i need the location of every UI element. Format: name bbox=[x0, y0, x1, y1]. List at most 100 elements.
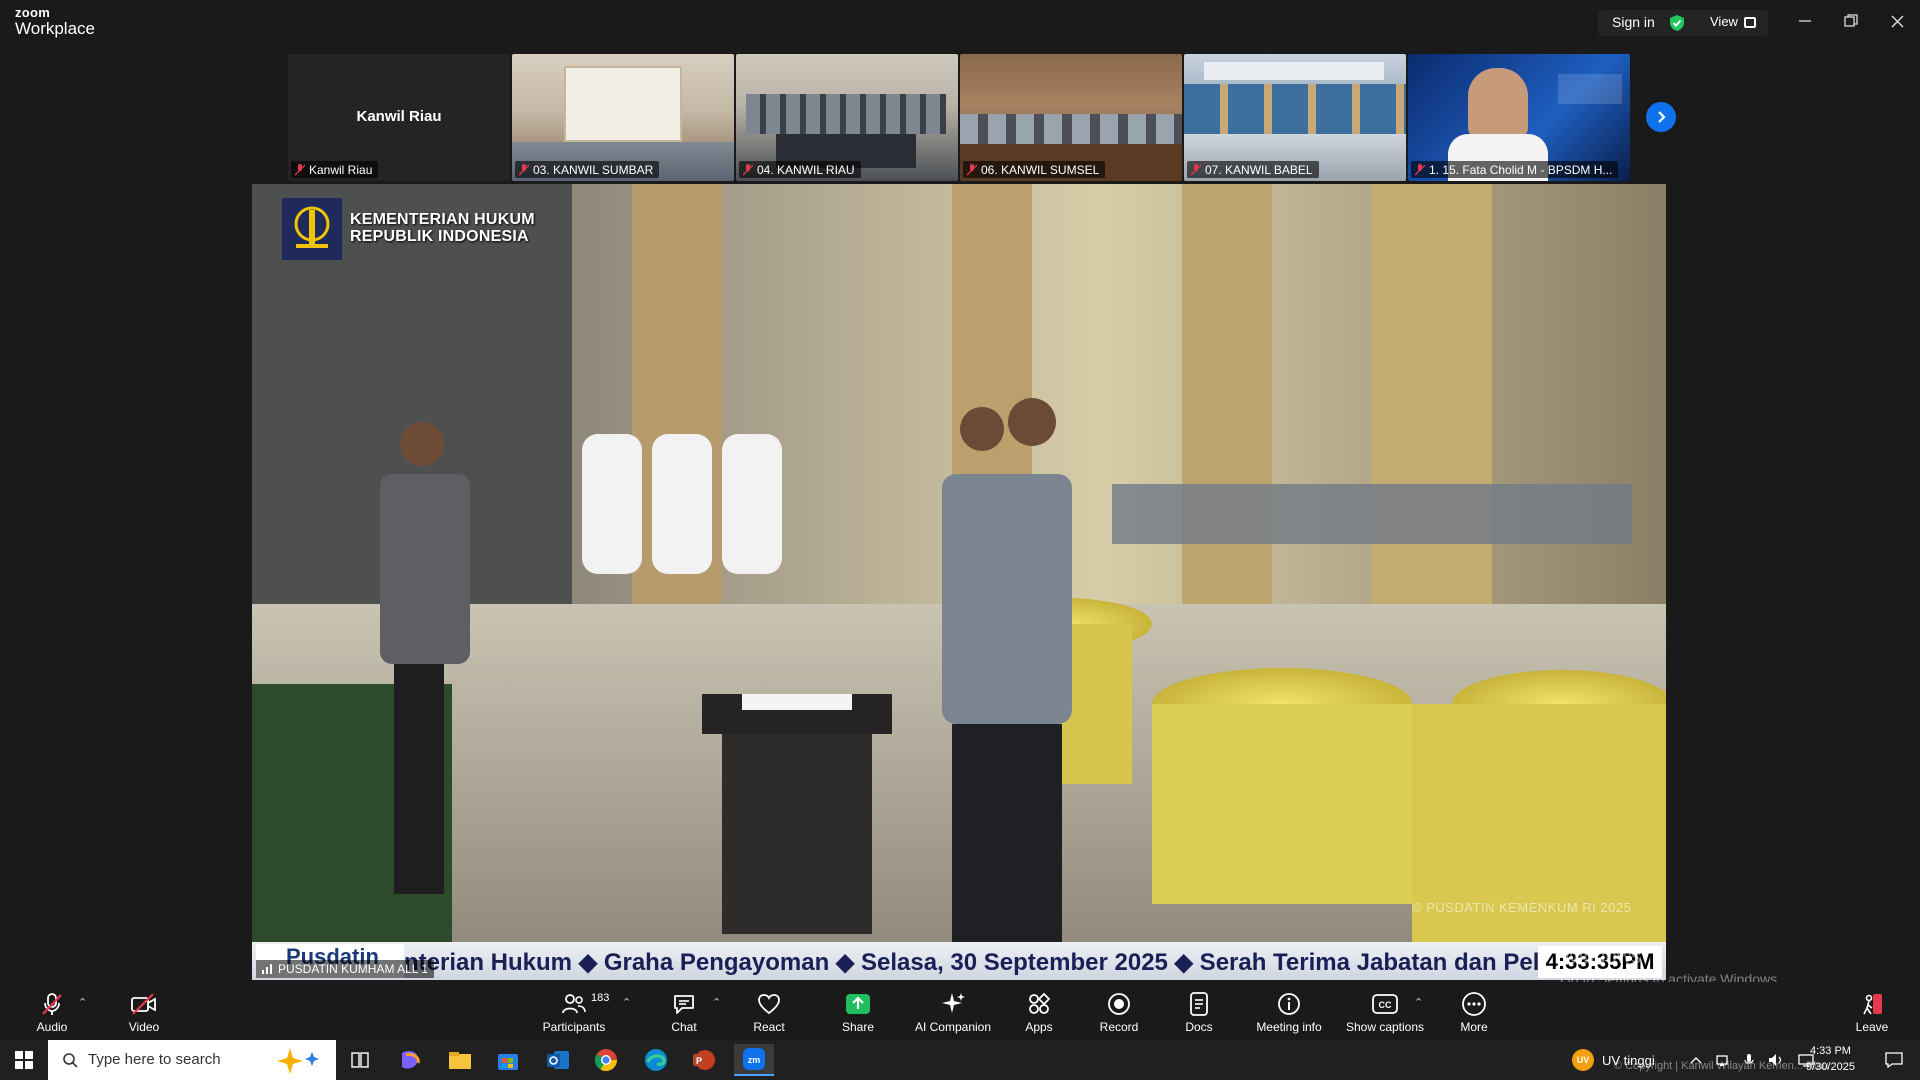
muted-mic-icon bbox=[1415, 164, 1425, 176]
microsoft-store-icon[interactable] bbox=[488, 1044, 528, 1076]
muted-mic-icon bbox=[519, 164, 529, 176]
zoom-taskbar-icon[interactable]: zm bbox=[734, 1044, 774, 1076]
thumbnail-label: 04. KANWIL RIAU bbox=[739, 161, 861, 178]
react-label: React bbox=[753, 1020, 785, 1034]
view-label: View bbox=[1710, 14, 1738, 29]
restore-icon[interactable] bbox=[1836, 8, 1866, 34]
task-view-icon[interactable] bbox=[340, 1044, 380, 1076]
notifications-icon[interactable] bbox=[1874, 1044, 1914, 1076]
muted-mic-icon bbox=[967, 164, 977, 176]
next-page-arrow-icon[interactable] bbox=[1646, 102, 1676, 132]
share-button[interactable]: Share bbox=[813, 990, 903, 1034]
thumbnail-kanwil-sumsel[interactable]: 06. KANWIL SUMSEL bbox=[960, 54, 1182, 181]
participants-options-chevron-icon[interactable]: ⌃ bbox=[622, 996, 631, 1009]
participants-count: 183 bbox=[591, 992, 610, 1004]
chat-options-chevron-icon[interactable]: ⌃ bbox=[712, 996, 721, 1009]
chat-icon bbox=[670, 990, 698, 1018]
chat-label: Chat bbox=[671, 1020, 697, 1034]
react-button[interactable]: React bbox=[724, 990, 814, 1034]
meeting-info-button[interactable]: Meeting info bbox=[1244, 990, 1334, 1034]
docs-button[interactable]: Docs bbox=[1154, 990, 1244, 1034]
news-ticker: Pusdatin nterian Hukum ◆ Graha Pengayoma… bbox=[252, 942, 1666, 980]
share-screen-icon bbox=[844, 990, 872, 1018]
title-bar: zoom Workplace Sign in View bbox=[0, 0, 1920, 44]
outlook-icon[interactable] bbox=[538, 1044, 578, 1076]
video-off-icon bbox=[130, 990, 158, 1018]
view-grid-icon bbox=[1744, 17, 1756, 28]
edge-icon[interactable] bbox=[636, 1044, 676, 1076]
thumbnail-bpsdm[interactable]: 1. 15. Fata Cholid M - BPSDM H... bbox=[1408, 54, 1630, 181]
main-video: KEMENTERIAN HUKUM REPUBLIK INDONESIA © P… bbox=[252, 184, 1666, 980]
ceremony-scene bbox=[252, 184, 1666, 980]
powerpoint-icon[interactable]: P bbox=[684, 1044, 724, 1076]
thumbnail-name: 03. KANWIL SUMBAR bbox=[533, 163, 654, 177]
active-participant-label: PUSDATIN KUMHAM ALL 1 bbox=[256, 960, 435, 978]
participants-label: Participants bbox=[542, 1020, 606, 1034]
share-label: Share bbox=[841, 1020, 875, 1034]
logo-zoom-text: zoom bbox=[15, 5, 51, 20]
chrome-icon[interactable] bbox=[586, 1044, 626, 1076]
ai-companion-label: AI Companion bbox=[914, 1020, 992, 1034]
search-icon bbox=[63, 1053, 78, 1068]
thumbnail-center-name: Kanwil Riau bbox=[356, 108, 442, 125]
thumbnail-name: 07. KANWIL BABEL bbox=[1205, 163, 1313, 177]
copilot-icon[interactable] bbox=[390, 1044, 430, 1076]
minimize-icon[interactable] bbox=[1790, 8, 1820, 34]
thumbnail-label: 06. KANWIL SUMSEL bbox=[963, 161, 1106, 178]
show-captions-label: Show captions bbox=[1345, 1020, 1425, 1034]
backdrop-banner bbox=[564, 66, 682, 142]
thumbnail-kanwil-babel[interactable]: 07. KANWIL BABEL bbox=[1184, 54, 1406, 181]
meeting-toolbar: Audio ⌃ Video Participants 183 ⌃ Chat ⌃ … bbox=[0, 982, 1920, 1040]
leave-button[interactable]: Leave bbox=[1827, 990, 1917, 1034]
thumbnail-kanwil-sumbar[interactable]: 03. KANWIL SUMBAR bbox=[512, 54, 734, 181]
muted-mic-icon bbox=[743, 164, 753, 176]
banner bbox=[1204, 62, 1384, 80]
video-label: Video bbox=[128, 1020, 160, 1034]
windows-start-icon[interactable] bbox=[4, 1044, 44, 1076]
emblem-icon bbox=[282, 198, 342, 260]
active-participant-name: PUSDATIN KUMHAM ALL 1 bbox=[278, 962, 429, 976]
more-button[interactable]: More bbox=[1429, 990, 1519, 1034]
thumbnail-label: Kanwil Riau bbox=[291, 161, 379, 178]
muted-mic-icon bbox=[295, 164, 305, 176]
leave-label: Leave bbox=[1855, 1020, 1889, 1034]
uv-badge: UV bbox=[1572, 1049, 1594, 1071]
captions-options-chevron-icon[interactable]: ⌃ bbox=[1414, 996, 1423, 1009]
audio-options-chevron-icon[interactable]: ⌃ bbox=[78, 996, 87, 1009]
kementerian-logo: KEMENTERIAN HUKUM REPUBLIK INDONESIA bbox=[282, 198, 535, 260]
thumbnail-kanwil-riau-room[interactable]: 04. KANWIL RIAU bbox=[736, 54, 958, 181]
close-icon[interactable] bbox=[1882, 8, 1912, 34]
thumbnail-label: 1. 15. Fata Cholid M - BPSDM H... bbox=[1411, 161, 1619, 178]
svg-text:P: P bbox=[696, 1056, 702, 1066]
audience-row bbox=[746, 94, 946, 134]
view-button[interactable]: View bbox=[1710, 10, 1768, 36]
docs-icon bbox=[1185, 990, 1213, 1018]
thumbnail-kanwil-riau[interactable]: Kanwil Riau Kanwil Riau bbox=[288, 54, 510, 181]
ai-companion-button[interactable]: AI Companion bbox=[908, 990, 998, 1034]
taskbar-search-box[interactable]: Type here to search bbox=[48, 1040, 336, 1080]
participants-icon bbox=[560, 990, 588, 1018]
sign-in-button[interactable]: Sign in bbox=[1612, 14, 1655, 30]
svg-text:CC: CC bbox=[1379, 1000, 1392, 1010]
ai-sparkle-icon bbox=[939, 990, 967, 1018]
signal-icon bbox=[262, 964, 272, 974]
pusbanglat-badge bbox=[1558, 74, 1622, 104]
apps-button[interactable]: Apps bbox=[994, 990, 1084, 1034]
ticker-text: nterian Hukum ◆ Graha Pengayoman ◆ Selas… bbox=[404, 949, 1540, 976]
video-button[interactable]: Video bbox=[99, 990, 189, 1034]
search-highlight-sparkle-icon bbox=[277, 1048, 319, 1074]
participant-thumbnail-strip: Kanwil Riau Kanwil Riau 03. KANWIL SUMBA… bbox=[288, 54, 1632, 182]
thumbnail-label: 03. KANWIL SUMBAR bbox=[515, 161, 660, 178]
file-explorer-icon[interactable] bbox=[440, 1044, 480, 1076]
record-button[interactable]: Record bbox=[1074, 990, 1164, 1034]
screen-wall bbox=[1184, 84, 1406, 134]
zoom-logo: zoom Workplace bbox=[15, 6, 95, 37]
windows-taskbar: Type here to search P zm UV UV tinggi 4:… bbox=[0, 1040, 1920, 1080]
record-icon bbox=[1105, 990, 1133, 1018]
search-placeholder: Type here to search bbox=[88, 1051, 221, 1068]
thumbnail-label: 07. KANWIL BABEL bbox=[1187, 161, 1319, 178]
heart-icon bbox=[755, 990, 783, 1018]
apps-label: Apps bbox=[1025, 1020, 1053, 1034]
muted-mic-icon bbox=[38, 990, 66, 1018]
more-dots-icon bbox=[1460, 990, 1488, 1018]
